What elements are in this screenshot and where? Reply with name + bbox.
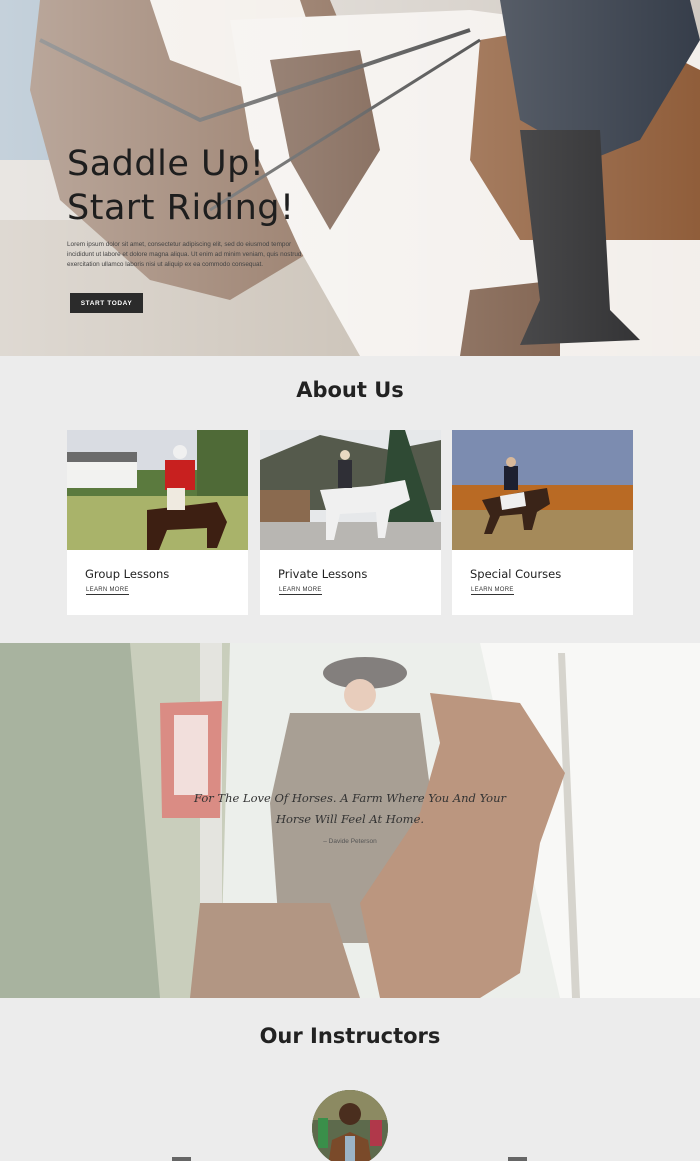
learn-more-link[interactable]: LEARN MORE	[471, 587, 514, 595]
card-group-lessons[interactable]: Group Lessons LEARN MORE	[67, 430, 248, 615]
hero-title-line-1: Saddle Up!	[67, 144, 265, 184]
about-us-heading: About Us	[296, 378, 404, 402]
card-title: Group Lessons	[85, 567, 170, 581]
hero-body-text: Lorem ipsum dolor sit amet, consectetur …	[67, 241, 302, 268]
carousel-next-control[interactable]	[508, 1157, 527, 1161]
special-courses-photo	[452, 430, 633, 550]
quote-author: – Davide Peterson	[323, 838, 377, 845]
card-private-lessons[interactable]: Private Lessons LEARN MORE	[260, 430, 441, 615]
card-special-courses[interactable]: Special Courses LEARN MORE	[452, 430, 633, 615]
carousel-prev-control[interactable]	[172, 1157, 191, 1161]
private-lessons-photo	[260, 430, 441, 550]
quote-text: For The Love Of Horses. A Farm Where You…	[194, 791, 506, 826]
card-title: Private Lessons	[278, 567, 368, 581]
quote-section: For The Love Of Horses. A Farm Where You…	[0, 643, 700, 998]
instructor-avatar[interactable]	[312, 1090, 388, 1161]
our-instructors-heading: Our Instructors	[259, 1024, 441, 1048]
learn-more-link[interactable]: LEARN MORE	[279, 587, 322, 595]
learn-more-link[interactable]: LEARN MORE	[86, 587, 129, 595]
group-lessons-photo	[67, 430, 248, 550]
start-today-button[interactable]: START TODAY	[70, 293, 143, 313]
hero-title-line-2: Start Riding!	[67, 188, 295, 228]
card-title: Special Courses	[470, 567, 562, 581]
hero-title: Saddle Up! Start Riding!	[67, 142, 295, 230]
hero-section: Saddle Up! Start Riding! Lorem ipsum dol…	[0, 0, 700, 356]
